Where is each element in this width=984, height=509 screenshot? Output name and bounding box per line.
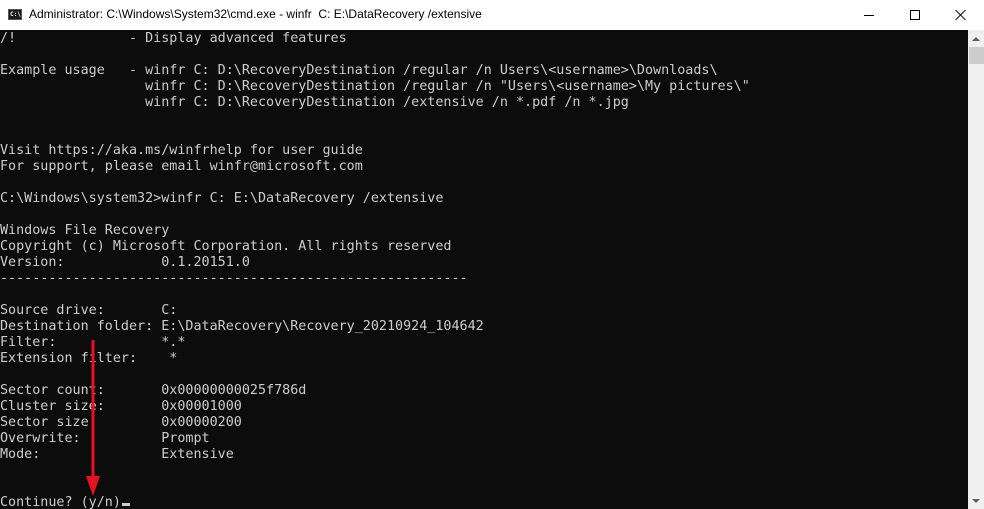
console-line: Sector count: 0x00000000025f786d [0, 383, 307, 398]
maximize-button[interactable] [892, 0, 938, 30]
console-line: winfr C: D:\RecoveryDestination /extensi… [0, 95, 629, 110]
scroll-up-button[interactable] [968, 30, 984, 47]
maximize-icon [910, 10, 920, 20]
console-line: Filter: *.* [0, 335, 186, 350]
chevron-up-icon [972, 36, 980, 41]
text-cursor [121, 503, 130, 506]
console-line: Destination folder: E:\DataRecovery\Reco… [0, 319, 484, 334]
console-line: Example usage - winfr C: D:\RecoveryDest… [0, 63, 718, 78]
arrow-head [86, 476, 100, 496]
console-output[interactable]: /! - Display advanced features Example u… [0, 30, 968, 509]
close-icon [955, 9, 967, 21]
title-bar[interactable]: Administrator: C:\Windows\System32\cmd.e… [0, 0, 984, 30]
console-line: Version: 0.1.20151.0 [0, 255, 250, 270]
console-line: /! - Display advanced features [0, 31, 347, 46]
minimize-icon [864, 14, 874, 16]
console-line: Overwrite: Prompt [0, 431, 210, 446]
console-line: Copyright (c) Microsoft Corporation. All… [0, 239, 452, 254]
console-line: Continue? (y/n) [0, 495, 750, 509]
console-line: Mode: Extensive [0, 447, 234, 462]
minimize-button[interactable] [846, 0, 892, 30]
red-annotation-arrow [86, 340, 100, 496]
console-text: /! - Display advanced features Example u… [0, 31, 750, 509]
close-button[interactable] [938, 0, 984, 30]
console-line: ----------------------------------------… [0, 271, 468, 286]
console-line: Visit https://aka.ms/winfrhelp for user … [0, 143, 363, 158]
chevron-down-icon [972, 498, 980, 503]
console-line: Sector size: 0x00000200 [0, 415, 242, 430]
scrollbar-thumb[interactable] [969, 47, 984, 64]
console-line: C:\Windows\system32>winfr C: E:\DataReco… [0, 191, 444, 206]
console-line: Cluster size: 0x00001000 [0, 399, 242, 414]
window-title: Administrator: C:\Windows\System32\cmd.e… [29, 7, 482, 21]
vertical-scrollbar[interactable] [968, 30, 984, 509]
scroll-down-button[interactable] [968, 492, 984, 509]
console-line: Source drive: C: [0, 303, 178, 318]
cmd-icon[interactable] [8, 9, 22, 20]
console-line: For support, please email winfr@microsof… [0, 159, 363, 174]
console-line: winfr C: D:\RecoveryDestination /regular… [0, 79, 750, 94]
console-line: Extension filter: * [0, 351, 178, 366]
console-line: Windows File Recovery [0, 223, 170, 238]
